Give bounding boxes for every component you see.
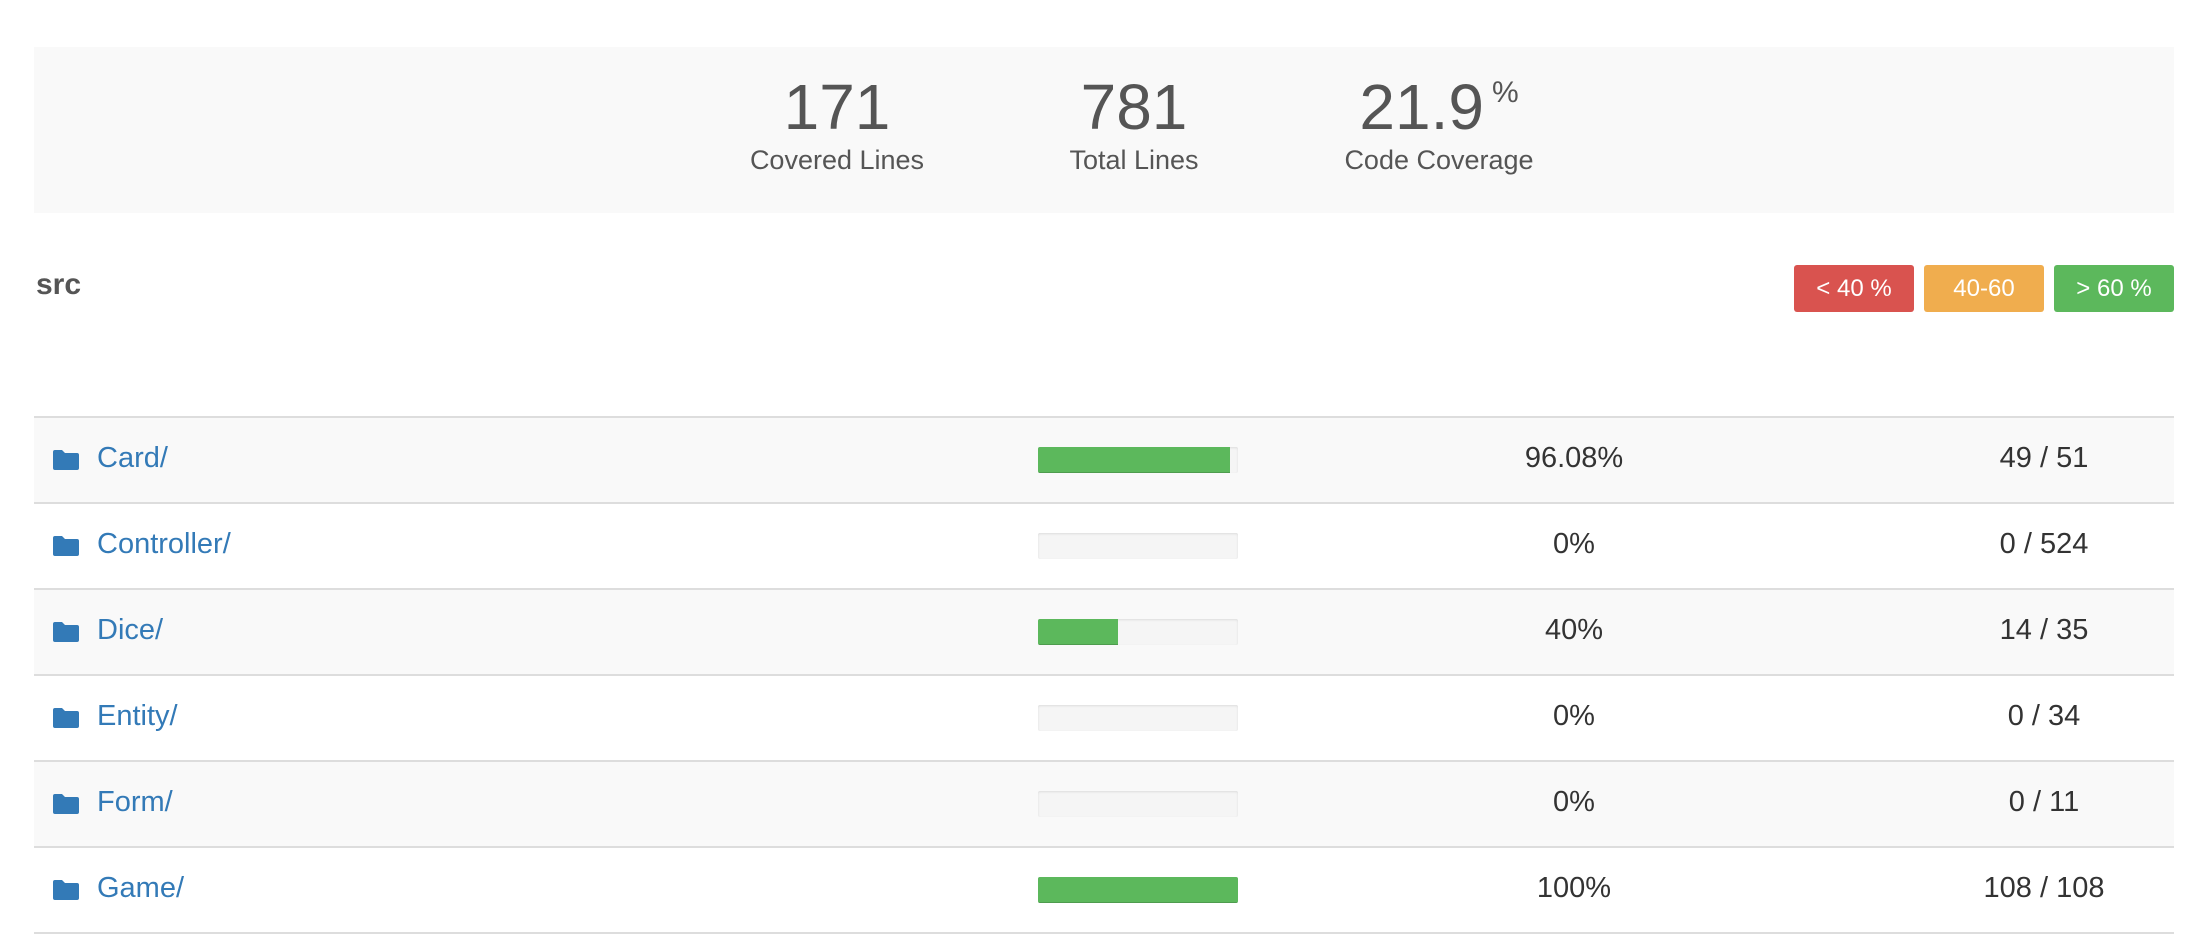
coverage-report-page: 171 Covered Lines 781 Total Lines 21.9% … <box>0 0 2208 944</box>
code-coverage-stat: 21.9% Code Coverage <box>1309 71 1569 176</box>
folder-link-form[interactable]: Form/ <box>97 786 173 819</box>
code-coverage-unit: % <box>1491 76 1519 109</box>
coverage-bar <box>1038 877 1238 903</box>
coverage-bar <box>1038 619 1238 645</box>
coverage-bar <box>1038 705 1238 731</box>
table-row: Entity/ 0% 0 / 34 <box>34 676 2174 762</box>
coverage-bar <box>1038 791 1238 817</box>
coverage-bar-fill <box>1038 877 1238 903</box>
covered-lines-label: Covered Lines <box>749 145 925 175</box>
code-coverage-number: 21.9% <box>1309 71 1569 143</box>
folder-icon <box>53 708 79 728</box>
directory-title: src <box>36 268 82 301</box>
coverage-bar <box>1038 447 1238 473</box>
coverage-bar-fill <box>1038 447 1231 473</box>
coverage-percent: 0% <box>1553 528 1595 560</box>
folder-icon <box>53 622 79 642</box>
covered-lines-value: 171 <box>783 71 891 143</box>
coverage-percent: 40% <box>1544 614 1604 646</box>
legend-high-badge: > 60 % <box>2054 265 2174 312</box>
folder-icon <box>53 536 79 556</box>
folder-link-dice[interactable]: Dice/ <box>97 614 163 647</box>
coverage-percent: 0% <box>1553 700 1595 732</box>
total-lines-stat: 781 Total Lines <box>1024 71 1244 176</box>
coverage-percent: 100% <box>1536 872 1612 904</box>
table-row: Form/ 0% 0 / 11 <box>34 762 2174 848</box>
coverage-fraction: 49 / 51 <box>1999 442 2089 474</box>
code-coverage-value: 21.9 <box>1359 71 1484 143</box>
table-row: Game/ 100% 108 / 108 <box>34 848 2174 934</box>
legend-mid-badge: 40-60 % <box>1924 265 2044 349</box>
coverage-fraction: 0 / 11 <box>2008 786 2080 818</box>
folder-link-entity[interactable]: Entity/ <box>97 700 178 733</box>
folder-link-card[interactable]: Card/ <box>97 442 168 475</box>
folder-icon <box>53 794 79 814</box>
coverage-legend: < 40 % 40-60 % > 60 % <box>1794 265 2174 349</box>
table-row: Dice/ 40% 14 / 35 <box>34 590 2174 676</box>
table-row: Controller/ 0% 0 / 524 <box>34 504 2174 590</box>
coverage-bar <box>1038 533 1238 559</box>
code-coverage-label: Code Coverage <box>1344 145 1534 175</box>
folder-link-game[interactable]: Game/ <box>97 872 184 905</box>
folder-icon <box>53 880 79 900</box>
coverage-fraction: 0 / 34 <box>2007 700 2081 732</box>
coverage-summary: 171 Covered Lines 781 Total Lines 21.9% … <box>34 47 2174 213</box>
coverage-percent: 96.08% <box>1524 442 1624 474</box>
covered-lines-stat: 171 Covered Lines <box>717 71 957 176</box>
coverage-percent: 0% <box>1553 786 1595 818</box>
coverage-fraction: 0 / 524 <box>1999 528 2089 560</box>
folder-icon <box>53 450 79 470</box>
folder-link-controller[interactable]: Controller/ <box>97 528 231 561</box>
total-lines-label: Total Lines <box>1069 145 1199 175</box>
table-row: Card/ 96.08% 49 / 51 <box>34 418 2174 504</box>
total-lines-value: 781 <box>1080 71 1188 143</box>
legend-low-badge: < 40 % <box>1794 265 1914 312</box>
coverage-bar-fill <box>1038 619 1118 645</box>
directory-table: Card/ 96.08% 49 / 51 Controller/ 0% 0 / … <box>34 416 2174 934</box>
coverage-fraction: 14 / 35 <box>1999 614 2089 646</box>
coverage-fraction: 108 / 108 <box>1983 872 2105 904</box>
